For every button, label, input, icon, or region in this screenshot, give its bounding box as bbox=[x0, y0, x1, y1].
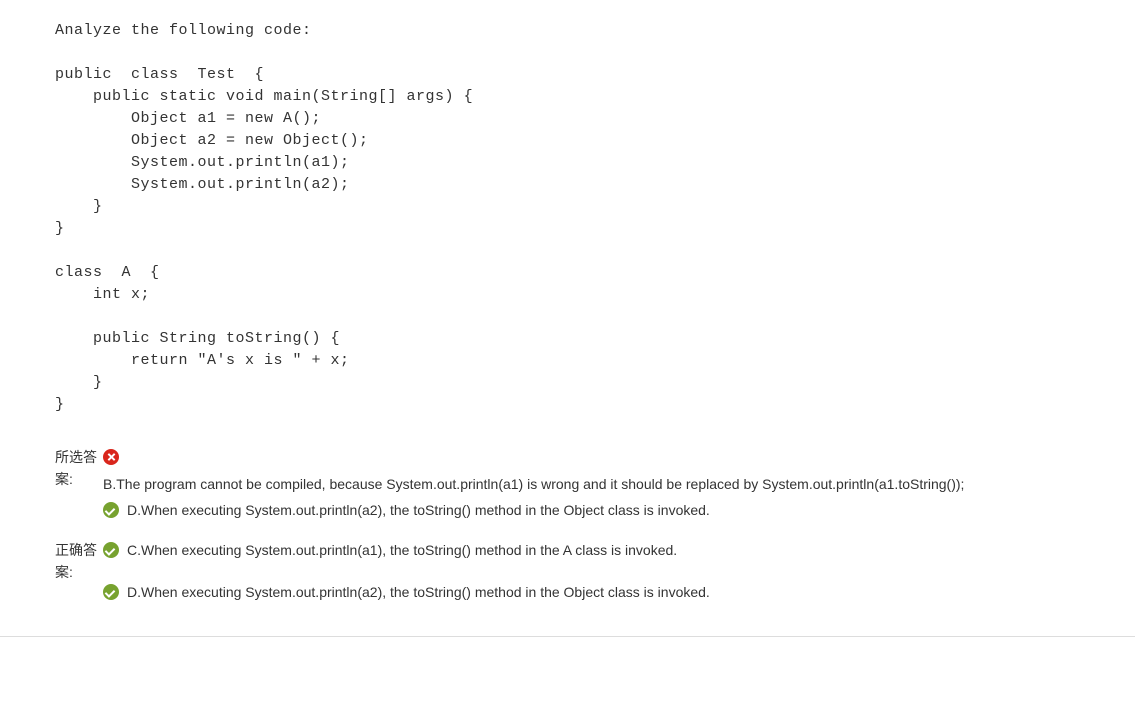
question-container: Analyze the following code: public class… bbox=[0, 20, 1100, 611]
correct-answer-item: D.When executing System.out.println(a2),… bbox=[103, 581, 1100, 603]
selected-answer-content: B.The program cannot be compiled, becaus… bbox=[103, 446, 1100, 529]
correct-answer-item: C.When executing System.out.println(a1),… bbox=[103, 539, 1100, 561]
correct-answer-section: 正确答案: C.When executing System.out.printl… bbox=[55, 539, 1100, 611]
correct-answer-text: C.When executing System.out.println(a1),… bbox=[127, 539, 1100, 561]
selected-answer-label: 所选答案: bbox=[55, 446, 103, 529]
selected-answer-text: D.When executing System.out.println(a2),… bbox=[127, 499, 1100, 521]
correct-answer-label: 正确答案: bbox=[55, 539, 103, 611]
question-code: public class Test { public static void m… bbox=[55, 66, 473, 413]
selected-answer-section: 所选答案: B.The program cannot be compiled, … bbox=[55, 446, 1100, 529]
question-code-block: Analyze the following code: public class… bbox=[55, 20, 1100, 416]
wrong-icon bbox=[103, 449, 119, 465]
correct-icon bbox=[103, 584, 119, 600]
correct-icon bbox=[103, 542, 119, 558]
selected-answer-item: D.When executing System.out.println(a2),… bbox=[103, 499, 1100, 521]
correct-icon bbox=[103, 502, 119, 518]
correct-answer-content: C.When executing System.out.println(a1),… bbox=[103, 539, 1100, 611]
section-divider bbox=[0, 636, 1135, 637]
selected-answer-item bbox=[103, 446, 1100, 465]
selected-answer-text: B.The program cannot be compiled, becaus… bbox=[103, 473, 1100, 495]
correct-answer-text: D.When executing System.out.println(a2),… bbox=[127, 581, 1100, 603]
question-prompt: Analyze the following code: bbox=[55, 22, 312, 39]
